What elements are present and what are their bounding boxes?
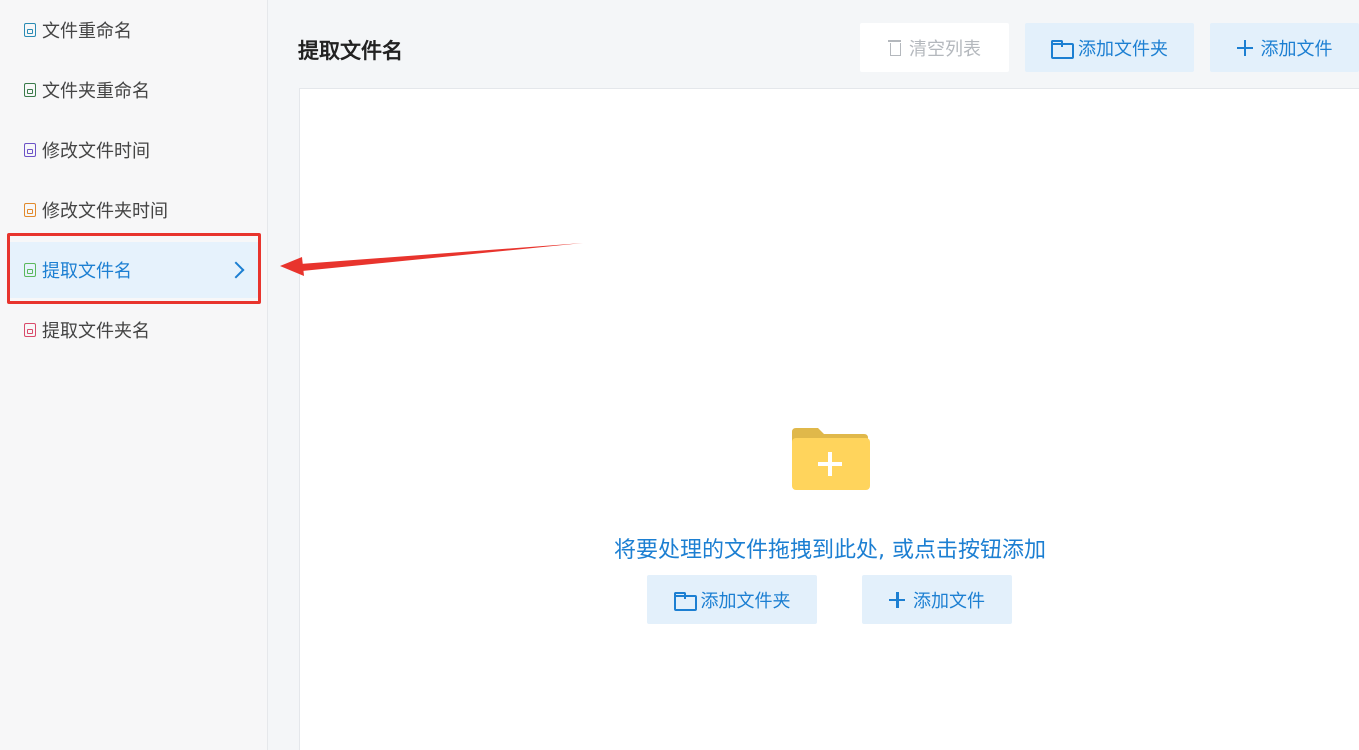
add-folder-button[interactable]: 添加文件夹 xyxy=(1025,23,1194,72)
clear-list-label: 清空列表 xyxy=(909,38,981,60)
sidebar: 文件重命名 文件夹重命名 修改文件时间 修改文件夹时间 提取文件名 提取文件夹名 xyxy=(0,0,268,750)
sidebar-item-label: 提取文件夹名 xyxy=(42,321,150,342)
folder-add-icon xyxy=(792,428,870,490)
dropzone-add-folder-label: 添加文件夹 xyxy=(700,590,791,612)
dropzone-add-folder-button[interactable]: 添加文件夹 xyxy=(647,575,817,624)
sidebar-item-folder-rename[interactable]: 文件夹重命名 xyxy=(10,62,258,118)
sidebar-item-extract-filename[interactable]: 提取文件名 xyxy=(10,242,258,298)
add-file-button[interactable]: 添加文件 xyxy=(1210,23,1359,72)
chevron-right-icon xyxy=(227,261,245,279)
sidebar-item-file-time[interactable]: 修改文件时间 xyxy=(10,122,258,178)
app-window: 文件重命名 文件夹重命名 修改文件时间 修改文件夹时间 提取文件名 提取文件夹名… xyxy=(0,0,1359,750)
clear-list-button[interactable]: 清空列表 xyxy=(860,23,1009,72)
dropzone-add-file-button[interactable]: 添加文件 xyxy=(862,575,1012,624)
drop-hint-text: 将要处理的文件拖拽到此处, 或点击按钮添加 xyxy=(614,538,1046,563)
sidebar-item-label: 文件夹重命名 xyxy=(42,81,150,102)
file-rename-icon xyxy=(24,23,36,37)
dropzone-add-file-label: 添加文件 xyxy=(913,590,985,612)
sidebar-item-label: 修改文件时间 xyxy=(42,141,150,162)
sidebar-item-label: 文件重命名 xyxy=(42,21,132,42)
add-folder-label: 添加文件夹 xyxy=(1078,38,1168,60)
extract-filename-icon xyxy=(24,263,36,277)
sidebar-item-extract-foldername[interactable]: 提取文件夹名 xyxy=(10,302,258,358)
extract-foldername-icon xyxy=(24,323,36,337)
folder-icon xyxy=(1051,40,1074,59)
sidebar-item-label: 修改文件夹时间 xyxy=(42,201,168,222)
plus-icon xyxy=(889,591,905,608)
folder-time-icon xyxy=(24,203,36,217)
trash-icon xyxy=(888,40,901,56)
sidebar-item-file-rename[interactable]: 文件重命名 xyxy=(10,2,258,58)
folder-icon xyxy=(673,592,697,611)
sidebar-item-label: 提取文件名 xyxy=(42,261,132,282)
file-time-icon xyxy=(24,143,36,157)
plus-icon xyxy=(1236,39,1253,56)
add-file-label: 添加文件 xyxy=(1260,38,1333,60)
file-dropzone[interactable]: 将要处理的文件拖拽到此处, 或点击按钮添加 添加文件夹 添加文件 xyxy=(299,88,1359,750)
sidebar-item-folder-time[interactable]: 修改文件夹时间 xyxy=(10,182,258,238)
folder-rename-icon xyxy=(24,83,36,97)
page-title: 提取文件名 xyxy=(298,39,403,63)
